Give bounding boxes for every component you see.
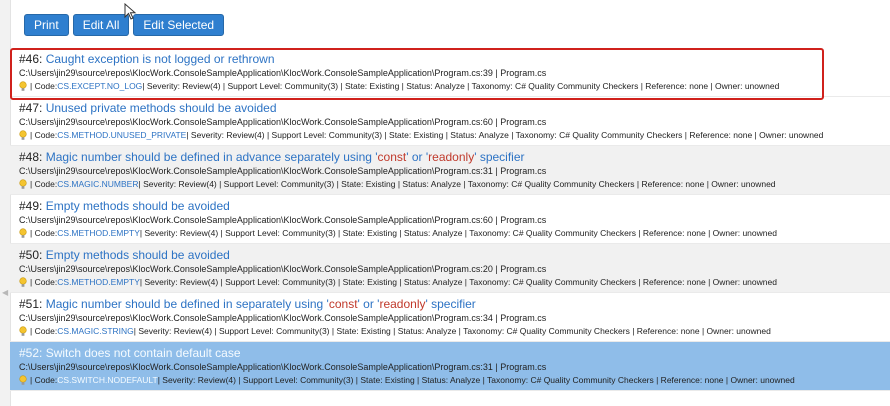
issue-number: #50: [19, 248, 43, 262]
lightbulb-icon [19, 375, 27, 385]
issue-number: #46: [19, 52, 43, 66]
checker-code-link[interactable]: CS.MAGIC.STRING [57, 325, 134, 338]
lightbulb-icon [19, 130, 27, 140]
issue-file-path: C:\Users\jin29\source\repos\KlocWork.Con… [19, 215, 547, 225]
issue-number: #51: [19, 297, 43, 311]
issue-number: #49: [19, 199, 43, 213]
checker-code-link[interactable]: CS.METHOD.EMPTY [57, 276, 140, 289]
issue-metadata: | Code: CS.MAGIC.STRING | Severity: Revi… [19, 325, 890, 338]
issue-title: #49: Empty methods should be avoided [19, 199, 890, 214]
issue-details: | Severity: Review(4) | Support Level: C… [139, 277, 777, 287]
code-prefix: | Code: [30, 375, 58, 385]
issue-row[interactable]: #48: Magic number should be defined in a… [10, 146, 890, 195]
issue-row[interactable]: #46: Caught exception is not logged or r… [10, 48, 890, 97]
issue-title: #50: Empty methods should be avoided [19, 248, 890, 263]
issue-title-link[interactable]: Empty methods should be avoided [46, 199, 230, 213]
issue-title: #48: Magic number should be defined in a… [19, 150, 890, 165]
issue-metadata: | Code: CS.METHOD.EMPTY | Severity: Revi… [19, 276, 890, 289]
issue-details: | Severity: Review(4) | Support Level: C… [133, 326, 771, 336]
issue-title: #52: Switch does not contain default cas… [19, 346, 890, 361]
issue-row-selected[interactable]: #52: Switch does not contain default cas… [10, 342, 890, 391]
issue-details: | Severity: Review(4) | Support Level: C… [138, 179, 776, 189]
code-prefix: | Code: [30, 326, 58, 336]
chevron-left-icon[interactable]: ◀ [2, 288, 8, 297]
issue-title: #51: Magic number should be defined in s… [19, 297, 890, 312]
title-text: Magic number should be defined in advanc… [45, 150, 378, 164]
issue-metadata: | Code: CS.SWITCH.NODEFAULT | Severity: … [19, 374, 890, 387]
issue-details: | Severity: Review(4) | Support Level: C… [139, 228, 777, 238]
issue-title-link[interactable]: Magic number should be defined in advanc… [46, 150, 525, 164]
code-prefix: | Code: [30, 130, 58, 140]
issue-title-link[interactable]: Magic number should be defined in separa… [46, 297, 476, 311]
issue-row[interactable]: #51: Magic number should be defined in s… [10, 293, 890, 342]
issue-file-path: C:\Users\jin29\source\repos\KlocWork.Con… [19, 166, 547, 176]
code-prefix: | Code: [30, 81, 58, 91]
issue-title-link[interactable]: Unused private methods should be avoided [46, 101, 277, 115]
keyword-readonly: readonly [428, 150, 475, 164]
title-text: Magic number should be defined in separa… [45, 297, 329, 311]
checker-code-link[interactable]: CS.EXCEPT.NO_LOG [57, 80, 142, 93]
issue-row[interactable]: #49: Empty methods should be avoided C:\… [10, 195, 890, 244]
issue-number: #52: [19, 346, 43, 360]
checker-code-link[interactable]: CS.MAGIC.NUMBER [57, 178, 138, 191]
title-text: ' specifier [425, 297, 476, 311]
lightbulb-icon [19, 179, 27, 189]
issue-details: | Severity: Review(4) | Support Level: C… [186, 130, 824, 140]
issue-metadata: | Code: CS.EXCEPT.NO_LOG | Severity: Rev… [19, 80, 890, 93]
code-prefix: | Code: [30, 277, 58, 287]
issue-list: #46: Caught exception is not logged or r… [10, 48, 890, 391]
issue-details: | Severity: Review(4) | Support Level: C… [157, 375, 795, 385]
checker-code-link[interactable]: CS.METHOD.EMPTY [57, 227, 140, 240]
keyword-readonly: readonly [379, 297, 426, 311]
title-text: ' or ' [357, 297, 380, 311]
title-text: ' specifier [474, 150, 525, 164]
issue-metadata: | Code: CS.MAGIC.NUMBER | Severity: Revi… [19, 178, 890, 191]
issue-row[interactable]: #50: Empty methods should be avoided C:\… [10, 244, 890, 293]
code-prefix: | Code: [30, 179, 58, 189]
checker-code-link[interactable]: CS.SWITCH.NODEFAULT [57, 374, 157, 387]
print-button[interactable]: Print [24, 14, 69, 36]
keyword-const: const [328, 297, 358, 311]
code-prefix: | Code: [30, 228, 58, 238]
edit-all-button[interactable]: Edit All [72, 14, 130, 36]
lightbulb-icon [19, 277, 27, 287]
issue-number: #47: [19, 101, 43, 115]
issue-number: #48: [19, 150, 43, 164]
issue-title-link[interactable]: Caught exception is not logged or rethro… [46, 52, 275, 66]
issue-file-path: C:\Users\jin29\source\repos\KlocWork.Con… [19, 117, 547, 127]
issue-file-path: C:\Users\jin29\source\repos\KlocWork.Con… [19, 362, 547, 372]
keyword-const: const [377, 150, 407, 164]
edit-selected-button[interactable]: Edit Selected [133, 14, 225, 36]
lightbulb-icon [19, 326, 27, 336]
issue-title: #47: Unused private methods should be av… [19, 101, 890, 116]
issue-metadata: | Code: CS.METHOD.EMPTY | Severity: Revi… [19, 227, 890, 240]
issue-file-path: C:\Users\jin29\source\repos\KlocWork.Con… [19, 313, 547, 323]
title-text: ' or ' [406, 150, 429, 164]
issue-details: | Severity: Review(4) | Support Level: C… [142, 81, 780, 91]
issue-title-link[interactable]: Empty methods should be avoided [46, 248, 230, 262]
issue-file-path: C:\Users\jin29\source\repos\KlocWork.Con… [19, 264, 547, 274]
checker-code-link[interactable]: CS.METHOD.UNUSED_PRIVATE [57, 129, 186, 142]
issue-title-link[interactable]: Switch does not contain default case [46, 346, 241, 360]
issue-row[interactable]: #47: Unused private methods should be av… [10, 97, 890, 146]
lightbulb-icon [19, 81, 27, 91]
issue-file-path: C:\Users\jin29\source\repos\KlocWork.Con… [19, 68, 547, 78]
issue-metadata: | Code: CS.METHOD.UNUSED_PRIVATE | Sever… [19, 129, 890, 142]
issue-title: #46: Caught exception is not logged or r… [19, 52, 890, 67]
mouse-cursor-icon [124, 3, 137, 20]
lightbulb-icon [19, 228, 27, 238]
